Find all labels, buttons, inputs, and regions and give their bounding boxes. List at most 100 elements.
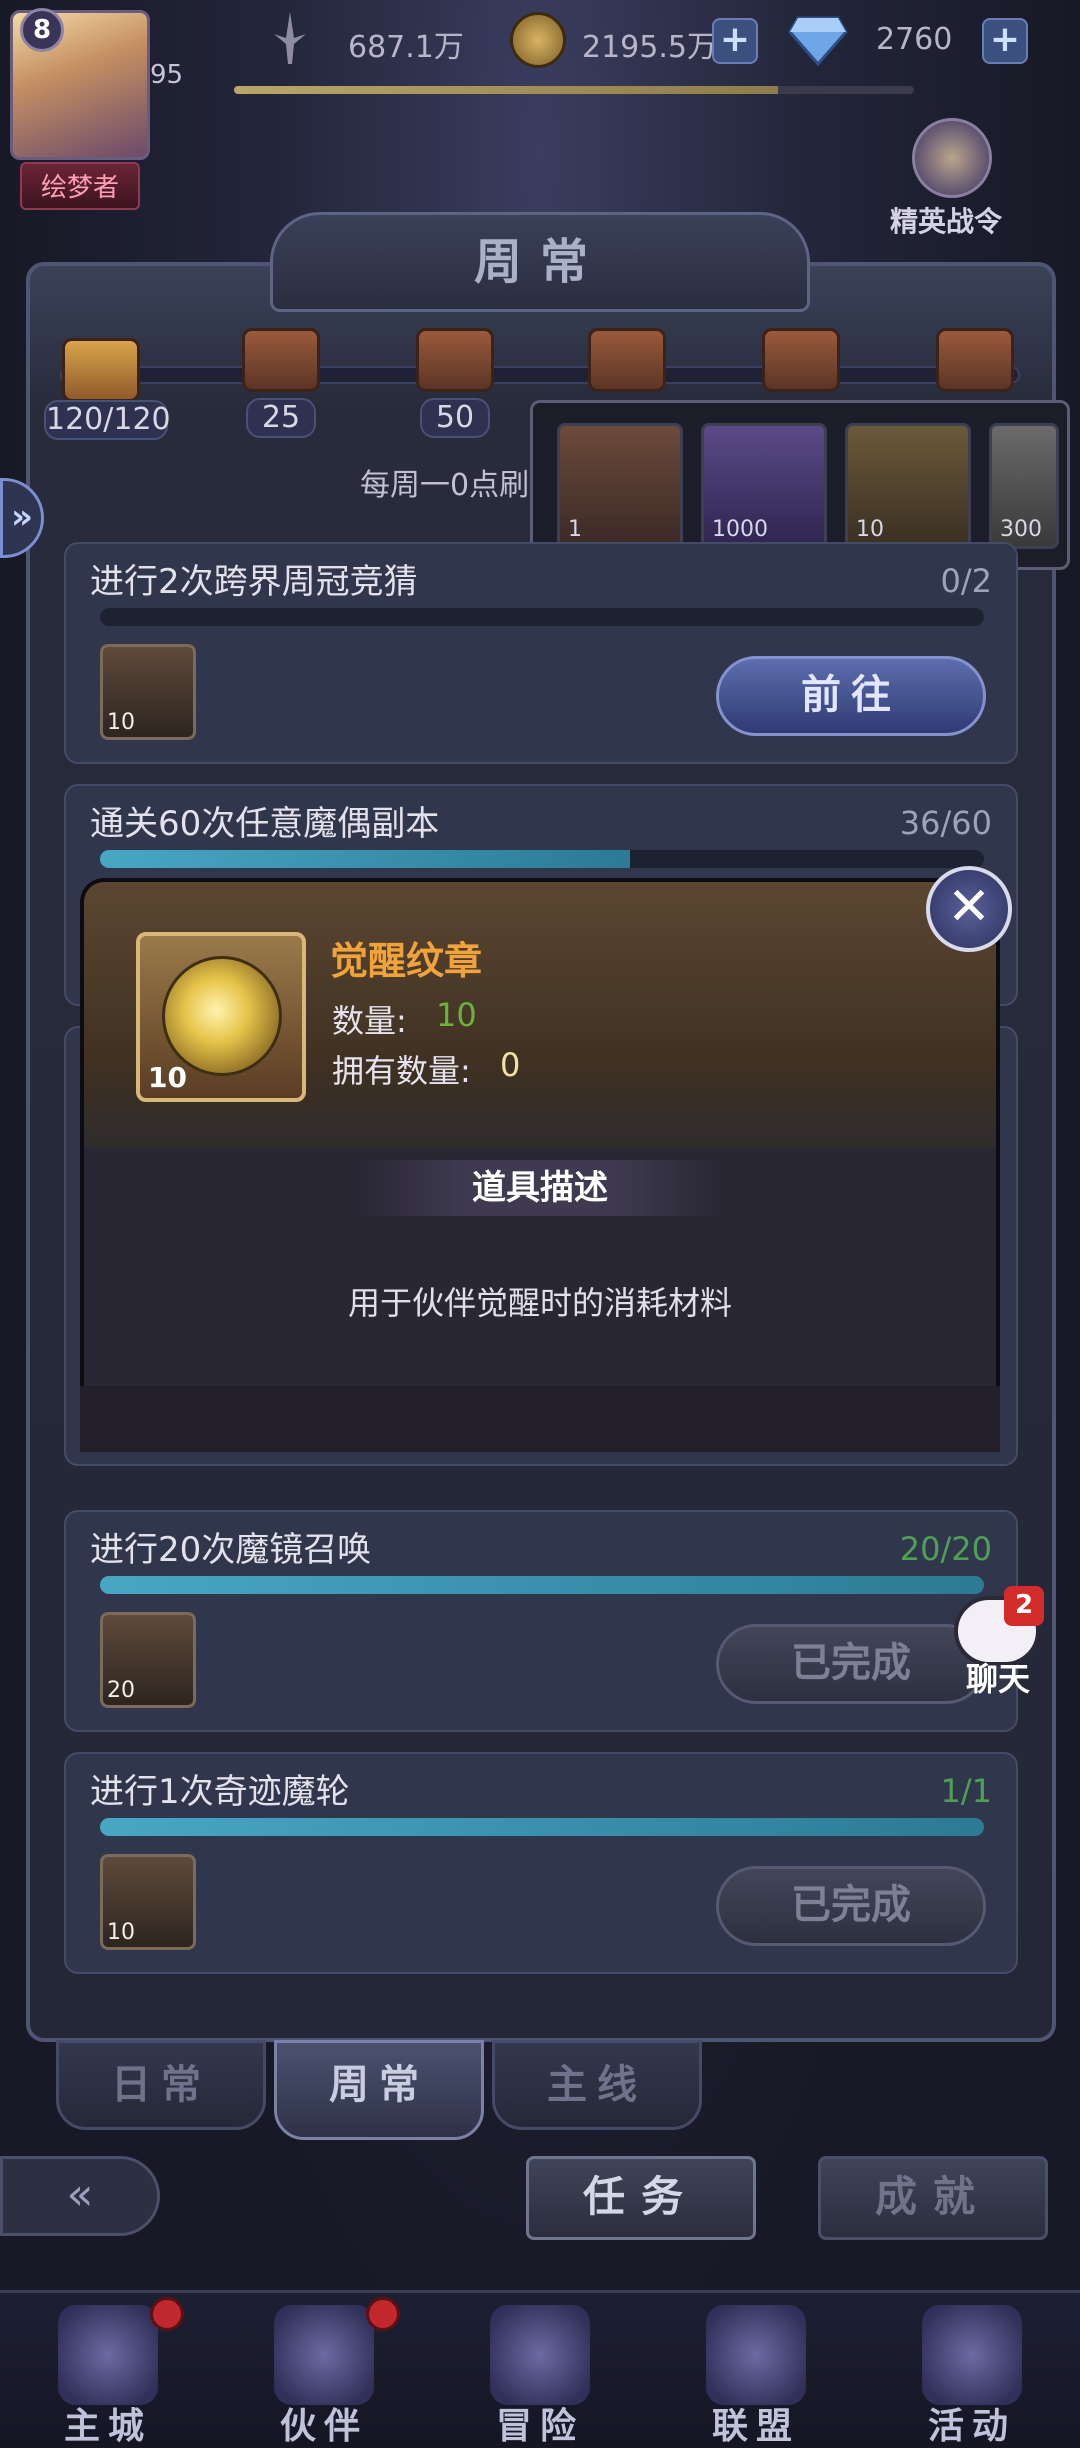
completed-button: 已完成 <box>716 1866 986 1946</box>
goto-button[interactable]: 前往 <box>716 656 986 736</box>
chat-unread-badge: 2 <box>1004 1586 1044 1626</box>
compass-icon <box>490 2305 590 2405</box>
milestone-track <box>60 366 1020 384</box>
shield-icon <box>706 2305 806 2405</box>
tasks-button[interactable]: 任务 <box>526 2156 756 2240</box>
castle-icon <box>58 2305 158 2405</box>
close-modal-button[interactable]: ✕ <box>926 866 1012 952</box>
item-count: 10 <box>148 1061 187 1094</box>
back-button[interactable]: « <box>0 2156 160 2236</box>
item-icon-frame: 10 <box>136 932 306 1102</box>
completed-button: 已完成 <box>716 1624 986 1704</box>
task-progress-bar <box>100 608 984 626</box>
task-progress-bar <box>100 850 984 868</box>
tab-daily[interactable]: 日常 <box>56 2040 266 2130</box>
elite-pass-label: 精英战令 <box>889 205 1002 238</box>
nav-adventure[interactable]: 冒险 <box>432 2293 648 2448</box>
nav-label: 主城 <box>63 2406 152 2447</box>
item-detail-modal: 10 觉醒纹章 数量: 10 拥有数量: 0 道具描述 用于伙伴觉醒时的消耗材料 <box>80 878 1000 1452</box>
nav-label: 冒险 <box>495 2406 584 2447</box>
nav-label: 伙伴 <box>279 2406 368 2447</box>
add-diamonds-button[interactable]: + <box>982 18 1028 64</box>
reward-stone-icon[interactable]: 300 <box>989 423 1059 549</box>
player-level-badge: 8 <box>20 8 64 52</box>
nav-events[interactable]: 活动 <box>864 2293 1080 2448</box>
modal-footer <box>80 1386 1000 1452</box>
task-progress: 20/20 <box>899 1530 992 1568</box>
player-title-badge: 绘梦者 <box>20 162 140 210</box>
xp-bar-fill <box>234 86 778 94</box>
nav-alliance[interactable]: 联盟 <box>648 2293 864 2448</box>
task-progress-fill <box>100 850 631 868</box>
task-reward-icon[interactable]: 10 <box>100 644 196 740</box>
milestone-chest-icon[interactable] <box>62 338 140 402</box>
awakening-emblem-icon <box>162 956 282 1076</box>
task-reward-icon[interactable]: 20 <box>100 1612 196 1708</box>
task-title: 进行2次跨界周冠竞猜 <box>90 562 418 602</box>
nav-partners[interactable]: 伙伴 <box>216 2293 432 2448</box>
notification-dot <box>366 2297 400 2331</box>
chat-label: 聊天 <box>965 1660 1030 1698</box>
tab-weekly[interactable]: 周常 <box>274 2040 484 2140</box>
reward-count: 300 <box>1000 517 1042 542</box>
task-progress-bar <box>100 1576 984 1594</box>
task-reward-icon[interactable]: 10 <box>100 1854 196 1950</box>
milestone-chest-icon[interactable] <box>588 328 666 392</box>
bottom-nav: 主城 伙伴 冒险 联盟 活动 <box>0 2290 1080 2448</box>
elite-pass-button[interactable]: 精英战令 <box>886 118 1006 238</box>
reward-count: 10 <box>107 1920 135 1945</box>
gold-value: 2195.5万 <box>582 30 717 65</box>
task-progress: 1/1 <box>940 1772 993 1810</box>
description-text: 用于伙伴觉醒时的消耗材料 <box>347 1284 732 1322</box>
elite-pass-icon <box>912 118 992 198</box>
power-value: 687.1万 <box>348 30 464 65</box>
task-card: 进行2次跨界周冠竞猜 0/2 10 前往 <box>64 542 1018 764</box>
reward-count: 20 <box>107 1678 135 1703</box>
item-owned-label: 拥有数量: <box>332 1052 471 1090</box>
reward-count: 10 <box>107 710 135 735</box>
notification-dot <box>150 2297 184 2331</box>
reward-count: 1000 <box>712 517 768 542</box>
milestone-chest-icon[interactable] <box>762 328 840 392</box>
item-quantity-value: 10 <box>436 996 477 1034</box>
reward-count: 1 <box>568 517 582 542</box>
task-progress: 0/2 <box>940 562 993 600</box>
task-progress-bar <box>100 1818 984 1836</box>
achievements-button[interactable]: 成就 <box>818 2156 1048 2240</box>
task-title: 进行20次魔镜召唤 <box>90 1530 372 1570</box>
task-card: 进行1次奇迹魔轮 1/1 10 已完成 <box>64 1752 1018 1974</box>
milestone-label: 25 <box>246 398 316 438</box>
reset-note: 每周一0点刷 <box>360 468 530 503</box>
reward-emblem-icon[interactable]: 10 <box>845 423 971 549</box>
gold-coin-icon <box>510 12 566 68</box>
task-progress: 36/60 <box>899 804 992 842</box>
task-progress-fill <box>100 1818 984 1836</box>
reward-ore-icon[interactable]: 1000 <box>701 423 827 549</box>
item-name: 觉醒纹章 <box>330 939 483 983</box>
milestone-chest-icon[interactable] <box>242 328 320 392</box>
task-progress-fill <box>100 1576 984 1594</box>
task-title: 进行1次奇迹魔轮 <box>90 1772 350 1812</box>
milestone-label: 120/120 <box>44 400 171 440</box>
item-owned-value: 0 <box>500 1046 521 1084</box>
witch-hat-icon <box>274 2305 374 2405</box>
task-title: 通关60次任意魔偶副本 <box>90 804 440 844</box>
xp-bar <box>234 86 914 94</box>
chat-button[interactable]: 2 聊天 <box>948 1586 1048 1698</box>
description-heading: 道具描述 <box>360 1160 720 1216</box>
tab-main-story[interactable]: 主线 <box>492 2040 702 2130</box>
diamonds-value: 2760 <box>876 22 953 57</box>
task-card: 进行20次魔镜召唤 20/20 20 已完成 <box>64 1510 1018 1732</box>
reward-scroll-icon[interactable]: 1 <box>557 423 683 549</box>
diamond-icon <box>788 14 848 67</box>
milestone-chest-icon[interactable] <box>936 328 1014 392</box>
reward-count: 10 <box>856 517 884 542</box>
nav-main-city[interactable]: 主城 <box>0 2293 216 2448</box>
add-gold-button[interactable]: + <box>712 18 758 64</box>
cards-icon <box>922 2305 1022 2405</box>
power-icon <box>260 8 320 68</box>
milestone-chest-icon[interactable] <box>416 328 494 392</box>
nav-label: 联盟 <box>711 2406 800 2447</box>
milestone-label: 50 <box>420 398 490 438</box>
section-title: 周常 <box>270 212 810 312</box>
